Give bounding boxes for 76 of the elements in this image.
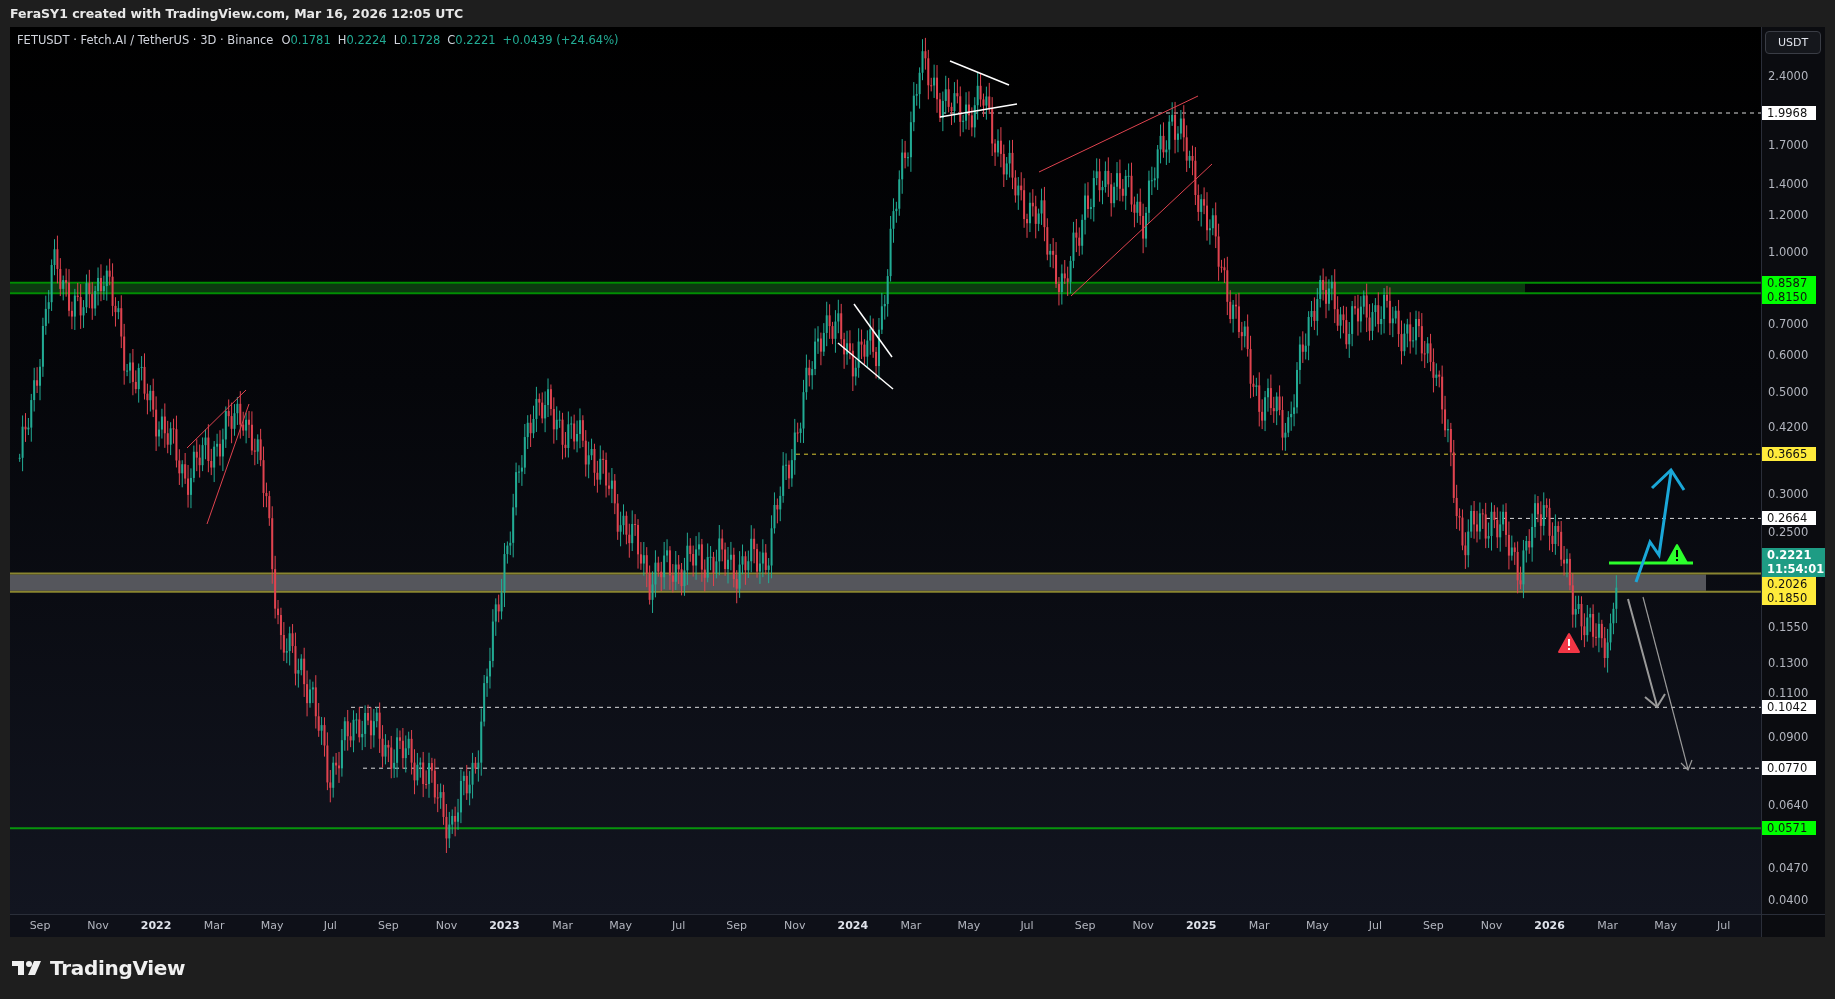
time-label: Mar	[1597, 919, 1618, 932]
time-label: Jul	[1368, 919, 1382, 932]
time-label: Nov	[1132, 919, 1154, 932]
price-tick: 1.7000	[1768, 138, 1809, 153]
ohlc-key: C	[447, 33, 456, 47]
time-label: May	[1305, 919, 1329, 932]
price-tick: 0.3000	[1768, 487, 1809, 502]
ohlc-value: 0.1728	[400, 33, 441, 47]
price-tick: 0.7000	[1768, 316, 1809, 331]
time-label: Nov	[435, 919, 458, 932]
time-label: Nov	[784, 919, 806, 932]
up-arrow-icon	[1634, 467, 1686, 583]
price-tick: 0.1550	[1768, 620, 1809, 635]
ohlc-key: L	[393, 33, 401, 47]
time-label: Mar	[1248, 919, 1270, 932]
attribution-text: FeraSY1 created with TradingView.com, Mar 16, 2026 12:05 UTC	[9, 5, 465, 23]
warning-icon	[1558, 633, 1580, 653]
price-tick: 0.1100	[1768, 686, 1809, 701]
brand-logo-icon	[12, 960, 44, 976]
price-tick: 1.2000	[1768, 208, 1809, 223]
time-label: Jul	[672, 919, 686, 932]
time-label: Sep	[1423, 919, 1444, 932]
price-tick: 0.1300	[1768, 655, 1809, 670]
time-label: Sep	[378, 919, 399, 932]
price-tick: 2.4000	[1768, 69, 1809, 83]
price-level-label: 0.1042	[1762, 700, 1816, 715]
price-tick: 1.0000	[1768, 245, 1809, 260]
time-label: 2023	[489, 919, 520, 932]
time-label: Jul	[1020, 919, 1034, 932]
time-label: 2026	[1534, 919, 1565, 932]
price-tick: 0.0400	[1768, 893, 1809, 907]
price-level-label: 0.1850	[1762, 591, 1816, 605]
warning-icon	[1666, 544, 1688, 564]
time-label: 2024	[837, 919, 869, 932]
brand-name: TradingView	[50, 956, 186, 980]
price-tick: 0.4200	[1768, 419, 1809, 434]
time-label: Sep	[29, 919, 51, 932]
time-label: 2022	[140, 919, 172, 932]
ohlc-value: 0.2221	[455, 33, 496, 47]
price-tick: 1.4000	[1768, 177, 1809, 192]
price-level-label: 0.3665	[1762, 447, 1816, 462]
current-price: 0.2221	[1767, 548, 1813, 562]
price-tick: 0.0470	[1768, 860, 1809, 875]
time-label: Mar	[552, 919, 573, 932]
price-tick: 0.6000	[1768, 348, 1809, 362]
price-level-label: 0.2664	[1762, 511, 1816, 526]
ohlc-key: H	[337, 33, 347, 47]
time-label: Sep	[1074, 919, 1096, 932]
ohlc-value: 0.1781	[290, 33, 331, 47]
bar-countdown: 11:54:01	[1767, 562, 1825, 576]
time-label: Jul	[1717, 919, 1731, 932]
time-label: May	[1654, 919, 1678, 932]
currency-button[interactable]: USDT	[1765, 31, 1821, 54]
price-tick: 0.0900	[1768, 729, 1809, 744]
ohlc-value: 0.2224	[346, 33, 387, 47]
time-label: Mar	[900, 919, 922, 932]
time-label: May	[609, 919, 632, 932]
time-label: Nov	[87, 919, 109, 932]
price-tick: 0.0640	[1768, 798, 1809, 813]
time-label: Sep	[726, 919, 748, 932]
time-label: 2025	[1185, 919, 1217, 932]
time-label: Nov	[1480, 919, 1503, 932]
ohlc-key: O	[281, 33, 291, 47]
price-level-label: 0.2026	[1762, 577, 1816, 591]
time-label: May	[957, 919, 981, 932]
time-label: Mar	[203, 919, 225, 932]
price-tick: 0.5000	[1768, 384, 1809, 399]
price-tick: 0.2500	[1768, 525, 1809, 540]
price-change: +0.0439 (+24.64%)	[502, 33, 619, 47]
price-level-label: 0.8587	[1762, 275, 1816, 290]
price-level-label: 1.9968	[1762, 106, 1816, 120]
price-level-label: 0.0571	[1762, 821, 1816, 836]
price-level-label: 0.0770	[1762, 761, 1816, 776]
time-label: Jul	[323, 919, 337, 932]
symbol-title: FETUSDT · Fetch.AI / TetherUS · 3D · Binance	[17, 33, 274, 47]
time-label: May	[260, 919, 284, 932]
